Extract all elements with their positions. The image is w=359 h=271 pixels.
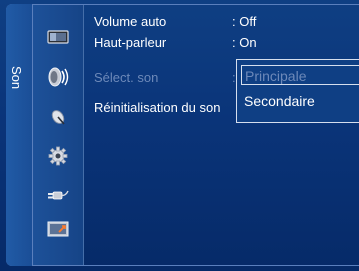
speaker-label: Haut-parleur: [94, 35, 167, 50]
sound-select-label: Sélect. son: [94, 70, 159, 85]
option-principale[interactable]: Principale: [241, 65, 359, 85]
option-secondaire[interactable]: Secondaire: [244, 93, 315, 109]
menu-icon-column: [33, 5, 84, 265]
sound-select-dropdown: Principale Secondaire: [236, 59, 359, 123]
tv-osd-window: Son Volume auto: Off Haut-parleur: On …: [0, 0, 359, 271]
sound-icon[interactable]: [46, 67, 70, 87]
input-icon[interactable]: [46, 185, 70, 205]
menu-category-tab: Son: [6, 4, 33, 266]
application-icon[interactable]: [46, 219, 70, 239]
picture-icon[interactable]: [46, 27, 70, 47]
auto-volume-value: : Off: [232, 14, 257, 29]
channel-icon[interactable]: [46, 107, 70, 127]
menu-content: Volume auto : Off Haut-parleur : On Séle…: [84, 5, 359, 266]
sound-reset-label: Réinitialisation du son: [94, 100, 221, 115]
speaker-value: : On: [232, 35, 257, 50]
auto-volume-label: Volume auto: [94, 14, 167, 29]
setup-icon[interactable]: [46, 146, 70, 166]
menu-category-label: Son: [9, 66, 24, 90]
